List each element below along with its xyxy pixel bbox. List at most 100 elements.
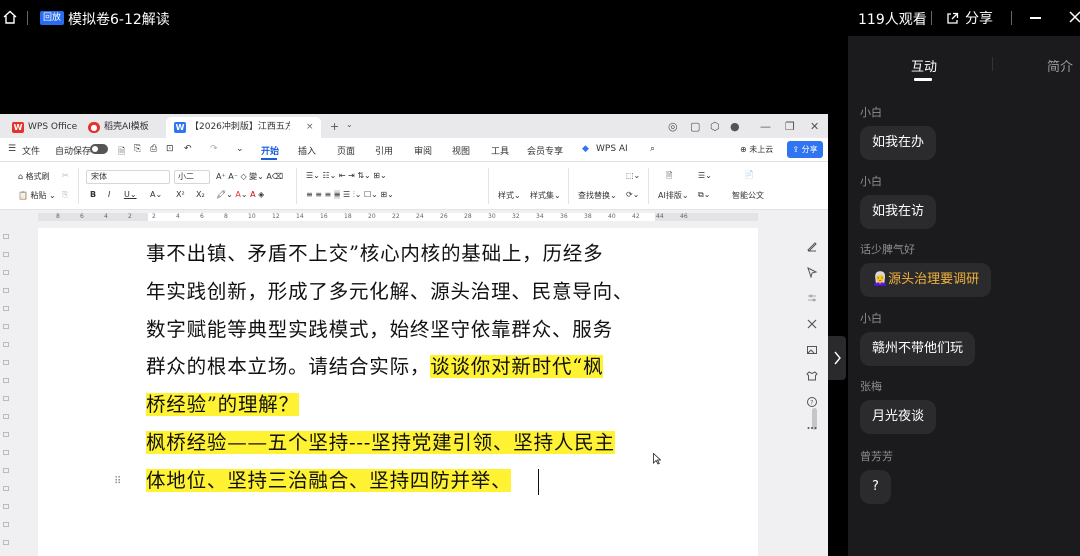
document-line[interactable]: 桥经验”的理解？: [146, 390, 299, 420]
search-icon[interactable]: ⌕: [650, 144, 655, 154]
document-line[interactable]: 年实践创新，形成了多元化解、源头治理、民意导向、: [146, 277, 633, 307]
menu-view[interactable]: 视图: [452, 144, 470, 157]
undo-icon[interactable]: ↶: [184, 144, 192, 154]
replay-badge: 回放: [40, 11, 65, 25]
menu-insert[interactable]: 插入: [298, 144, 316, 157]
menu-icon[interactable]: ☰: [8, 144, 16, 154]
list-buttons[interactable]: ☰⌄ ☷⌄ ⇤ ⇥ ⇅⌄ ⊞⌄: [306, 171, 387, 180]
document-line[interactable]: 数字赋能等典型实践模式，始终坚守依靠群众、服务: [146, 315, 613, 345]
image-icon[interactable]: [806, 344, 818, 356]
text-cursor: [538, 469, 539, 495]
export-icon[interactable]: ⎘: [134, 144, 141, 154]
cube-icon[interactable]: ⬡: [710, 120, 720, 133]
paragraph-drag-handle-icon[interactable]: ⠿: [114, 476, 121, 487]
bold-button[interactable]: B: [90, 190, 96, 199]
new-tab-icon[interactable]: +: [330, 120, 339, 133]
superscript-button[interactable]: X²: [176, 190, 185, 199]
save-icon[interactable]: 🗎: [118, 144, 125, 160]
tab-document[interactable]: W 【2026冲刺版】江西五方面… ×: [166, 117, 321, 138]
copy-icon[interactable]: ⎘: [62, 190, 68, 200]
font-color-group[interactable]: 🖍⌄ A⌄ A ◈: [216, 190, 264, 199]
ruler-number: 36: [560, 213, 568, 220]
chat-username: 小白: [860, 175, 882, 188]
vertical-ruler: [0, 222, 12, 556]
margin-marker: [3, 270, 9, 275]
style-set-button[interactable]: 样式集⌄: [530, 190, 561, 201]
align-buttons[interactable]: ≡ ≡ ≡ ≡ ☰ ⫶⌄ ☐⌄ ⊞⌄: [306, 190, 394, 200]
help-icon[interactable]: ?: [806, 396, 818, 408]
adjust-icon[interactable]: [806, 292, 818, 304]
menu-review[interactable]: 审阅: [414, 144, 432, 157]
window-icon[interactable]: ▢: [690, 120, 700, 133]
chat-message: 小白 赣州不带他们玩: [860, 312, 976, 366]
format-painter-button[interactable]: ⌂ 格式刷: [18, 171, 50, 182]
tab-wps-office[interactable]: W WPS Office: [4, 117, 77, 138]
print-icon[interactable]: ⎙: [150, 144, 157, 154]
smart-doc-button[interactable]: 智能公文: [732, 190, 764, 201]
wps-close-icon[interactable]: ✕: [810, 120, 819, 133]
share-button[interactable]: 分享: [946, 8, 993, 28]
wps-restore-icon[interactable]: ❐: [785, 120, 795, 133]
select-icon[interactable]: ⬚⌄: [626, 171, 640, 180]
menu-file[interactable]: 文件: [22, 144, 40, 157]
active-tab-indicator: [914, 78, 932, 81]
menu-home[interactable]: 开始: [261, 144, 279, 157]
margin-marker: [3, 522, 9, 527]
stream-title: 模拟卷6-12解读: [68, 12, 170, 28]
ai-layout-button[interactable]: AI排版⌄: [658, 190, 689, 201]
clear-icon[interactable]: ✂: [62, 171, 69, 180]
chevron-down-icon[interactable]: ⌄: [346, 120, 353, 129]
font-select[interactable]: 宋体: [86, 170, 170, 184]
tab-docer-ai[interactable]: ● 稻壳AI模板: [80, 117, 160, 138]
redo-icon[interactable]: ↷: [210, 144, 218, 154]
chevron-down-icon[interactable]: ⌄: [236, 144, 244, 154]
menu-page[interactable]: 页面: [337, 144, 355, 157]
preview-icon[interactable]: ⊡: [166, 144, 174, 154]
chat-bubble: 如我在办: [860, 126, 937, 160]
colorful-circle-icon[interactable]: ◎: [668, 120, 678, 133]
menu-wps-ai[interactable]: WPS AI: [596, 144, 628, 154]
shape-icon[interactable]: ⧉⌄: [698, 190, 710, 200]
subscript-button[interactable]: X₂: [196, 190, 205, 199]
cursor-select-icon[interactable]: [806, 266, 818, 278]
transform-icon[interactable]: ⟳⌄: [626, 190, 639, 199]
italic-button[interactable]: I: [108, 190, 110, 199]
not-cloud-button[interactable]: ⊕ 未上云: [740, 144, 773, 155]
not-cloud-label: 未上云: [749, 145, 774, 154]
tab-label: 稻壳AI模板: [104, 122, 149, 132]
highlighted-text: 谈谈你对新时代“枫: [430, 355, 604, 378]
pen-icon[interactable]: [806, 240, 818, 252]
tab-interact[interactable]: 互动: [911, 56, 937, 75]
paste-button[interactable]: 📋 粘贴 ⌄: [18, 190, 56, 201]
styles-button[interactable]: 样式⌄: [498, 190, 521, 201]
collapse-panel-button[interactable]: [828, 336, 846, 380]
document-line[interactable]: 事不出镇、矛盾不上交”核心内核的基础上，历经多: [146, 239, 603, 269]
more-icon[interactable]: [806, 422, 818, 434]
document-line[interactable]: 体地位、坚持三治融合、坚持四防并举、: [146, 466, 512, 496]
tools-icon[interactable]: [806, 318, 818, 330]
shirt-icon[interactable]: [806, 370, 818, 382]
tab-close-icon[interactable]: ×: [306, 117, 314, 138]
paragraph-icon[interactable]: ☰⌄: [698, 171, 712, 180]
find-replace-button[interactable]: 查找替换⌄: [578, 190, 617, 201]
strikethrough-button[interactable]: A⌄: [150, 190, 162, 199]
share-doc-button[interactable]: ⇪ 分享: [787, 141, 823, 158]
tab-intro[interactable]: 简介: [1047, 56, 1073, 75]
menu-reference[interactable]: 引用: [375, 144, 393, 157]
document-line[interactable]: 群众的根本立场。请结合实际，谈谈你对新时代“枫: [146, 352, 604, 382]
menu-tools[interactable]: 工具: [491, 144, 509, 157]
home-icon[interactable]: [2, 9, 18, 25]
minimize-icon[interactable]: [1030, 17, 1041, 19]
document-text: 数字赋能等典型实践模式，始终坚守依靠群众、服务: [146, 318, 613, 341]
menu-member[interactable]: 会员专享: [527, 144, 563, 157]
autosave-toggle[interactable]: [90, 144, 108, 154]
divider: [296, 168, 297, 204]
wps-minimize-icon[interactable]: —: [760, 120, 771, 133]
close-icon[interactable]: [1068, 10, 1080, 24]
document-line[interactable]: 枫桥经验——五个坚持---坚持党建引领、坚持人民主: [146, 428, 615, 458]
avatar[interactable]: ●: [730, 120, 740, 133]
wps-tab-bar: W WPS Office ● 稻壳AI模板 W 【2026冲刺版】江西五方面… …: [0, 114, 828, 138]
underline-button[interactable]: U⌄: [124, 190, 137, 199]
grow-font-button[interactable]: A⁺ A⁻ ◇ 變⌄ A⌫: [216, 171, 283, 182]
font-size-select[interactable]: 小二: [174, 170, 210, 184]
